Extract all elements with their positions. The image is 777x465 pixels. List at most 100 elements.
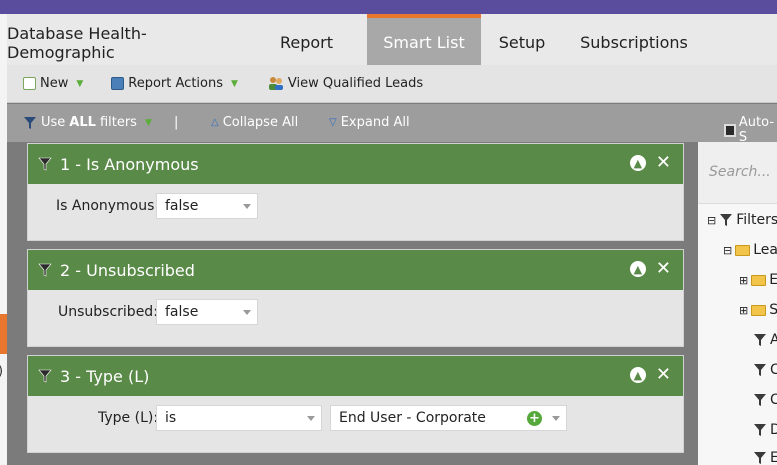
floppy-icon xyxy=(724,123,736,137)
use-all-text: ALL xyxy=(69,115,96,130)
funnel-icon xyxy=(720,214,733,226)
report-actions-button[interactable]: Report Actions ▼ xyxy=(111,76,238,91)
new-document-icon xyxy=(23,77,36,90)
tree-label: S xyxy=(769,302,777,318)
auto-save-toggle[interactable]: Auto-S xyxy=(724,115,777,145)
tree-item-filter[interactable]: E xyxy=(753,450,777,465)
report-actions-label: Report Actions xyxy=(128,76,223,91)
tree-label: C xyxy=(770,362,777,378)
tree-item-filter[interactable]: D xyxy=(753,422,777,438)
value-select[interactable]: false xyxy=(156,193,258,219)
tree-label: E xyxy=(769,272,777,288)
value-select[interactable]: false xyxy=(156,299,258,325)
triangle-down-icon: ▽ xyxy=(329,117,337,128)
tree-label: C xyxy=(770,392,777,408)
expand-icon[interactable]: ⊞ xyxy=(739,274,748,287)
arrow-up-icon[interactable]: ▲ xyxy=(629,261,646,277)
plus-icon[interactable]: + xyxy=(527,411,542,426)
report-actions-icon xyxy=(111,77,125,90)
funnel-icon xyxy=(38,263,52,277)
collapse-icon[interactable]: ⊟ xyxy=(723,244,732,257)
tab-bar: Database Health-Demographic Report Smart… xyxy=(7,14,777,65)
expand-icon[interactable]: ⊞ xyxy=(739,304,748,317)
left-edge-accent xyxy=(0,314,7,354)
arrow-up-icon[interactable]: ▲ xyxy=(629,367,646,383)
tree-item-folder[interactable]: ⊞ E xyxy=(739,272,777,288)
new-button[interactable]: New ▼ xyxy=(23,76,83,91)
tree-item-leads[interactable]: ⊟ Lea xyxy=(723,242,777,258)
funnel-icon xyxy=(754,452,766,464)
chevron-down-icon xyxy=(243,310,251,315)
caret-down-icon: ▼ xyxy=(76,78,84,89)
triangle-up-icon: △ xyxy=(211,117,219,128)
filter-panel-body: Is Anonymous: false xyxy=(28,184,683,240)
tree-label: D xyxy=(770,422,777,438)
chevron-down-icon xyxy=(307,416,315,421)
tab-report[interactable]: Report xyxy=(246,14,367,65)
tree-item-filter[interactable]: C xyxy=(753,362,777,378)
tree-item-filters[interactable]: ⊟ Filters xyxy=(707,212,777,228)
funnel-icon xyxy=(24,116,36,129)
close-icon[interactable]: ✕ xyxy=(656,366,671,384)
filter-panel-header[interactable]: 1 - Is Anonymous ▲ ✕ xyxy=(28,144,683,184)
funnel-icon xyxy=(754,334,766,346)
collapse-icon[interactable]: ⊟ xyxy=(707,214,716,227)
auto-save-label: Auto-S xyxy=(738,115,775,145)
expand-all-label: Expand All xyxy=(340,115,410,130)
tree-item-filter[interactable]: C xyxy=(753,392,777,408)
collapse-all-button[interactable]: △ Collapse All xyxy=(211,115,298,130)
caret-down-icon: ▼ xyxy=(231,78,238,89)
filter-panel-header[interactable]: 2 - Unsubscribed ▲ ✕ xyxy=(28,250,683,290)
expand-all-button[interactable]: ▽ Expand All xyxy=(329,115,410,130)
tab-database-health[interactable]: Database Health-Demographic xyxy=(7,14,246,65)
funnel-icon xyxy=(754,364,766,376)
new-label: New xyxy=(40,76,69,91)
tab-smart-list[interactable]: Smart List xyxy=(367,14,481,65)
folder-icon xyxy=(751,304,767,316)
tree-item-filter[interactable]: A xyxy=(753,332,777,348)
tree-label: E xyxy=(770,450,777,465)
toolbar: New ▼ Report Actions ▼ View Qualified Le… xyxy=(7,65,777,103)
caret-down-icon: ▼ xyxy=(144,117,152,128)
field-label: Is Anonymous: xyxy=(56,198,160,214)
collapse-all-label: Collapse All xyxy=(222,115,299,130)
search-input[interactable]: Search... xyxy=(709,164,771,180)
chevron-down-icon xyxy=(552,416,560,421)
select-value: End User - Corporate xyxy=(339,410,486,426)
left-edge-text: ) xyxy=(0,364,3,379)
folder-icon xyxy=(735,244,751,256)
filter-panel-2: 2 - Unsubscribed ▲ ✕ Unsubscribed: false xyxy=(27,249,684,347)
tree-item-folder[interactable]: ⊞ S xyxy=(739,302,777,318)
use-all-filters-dropdown[interactable]: Use ALL filters ▼ xyxy=(23,115,152,130)
arrow-up-icon[interactable]: ▲ xyxy=(629,155,646,171)
use-suffix: filters xyxy=(99,115,137,130)
people-icon xyxy=(268,77,283,90)
close-icon[interactable]: ✕ xyxy=(656,154,671,172)
top-brand-bar xyxy=(0,0,777,14)
close-icon[interactable]: ✕ xyxy=(656,260,671,278)
funnel-icon xyxy=(754,394,766,406)
tab-subscriptions[interactable]: Subscriptions xyxy=(563,14,705,65)
field-label: Unsubscribed: xyxy=(58,304,158,320)
filter-panel-body: Type (L): is End User - Corporate + xyxy=(28,396,683,452)
tree-label: A xyxy=(770,332,777,348)
funnel-icon xyxy=(754,424,766,436)
view-qualified-leads-label: View Qualified Leads xyxy=(287,76,424,91)
folder-icon xyxy=(751,274,767,286)
funnel-icon xyxy=(38,157,52,171)
tree-label: Filters xyxy=(736,212,777,228)
filter-title: 1 - Is Anonymous xyxy=(60,154,199,174)
filter-panel-1: 1 - Is Anonymous ▲ ✕ Is Anonymous: false xyxy=(27,143,684,241)
filter-panel-header[interactable]: 3 - Type (L) ▲ ✕ xyxy=(28,356,683,396)
search-box[interactable]: Search... xyxy=(698,142,777,204)
filter-title: 2 - Unsubscribed xyxy=(60,260,195,280)
funnel-icon xyxy=(38,369,52,383)
view-qualified-leads-button[interactable]: View Qualified Leads xyxy=(268,76,423,91)
field-label: Type (L): xyxy=(98,410,159,426)
select-value: false xyxy=(165,304,199,320)
select-value: false xyxy=(165,198,199,214)
operator-select[interactable]: is xyxy=(156,405,322,431)
filter-panel-3: 3 - Type (L) ▲ ✕ Type (L): is End User -… xyxy=(27,355,684,453)
value-select[interactable]: End User - Corporate + xyxy=(330,405,567,431)
tab-setup[interactable]: Setup xyxy=(481,14,563,65)
